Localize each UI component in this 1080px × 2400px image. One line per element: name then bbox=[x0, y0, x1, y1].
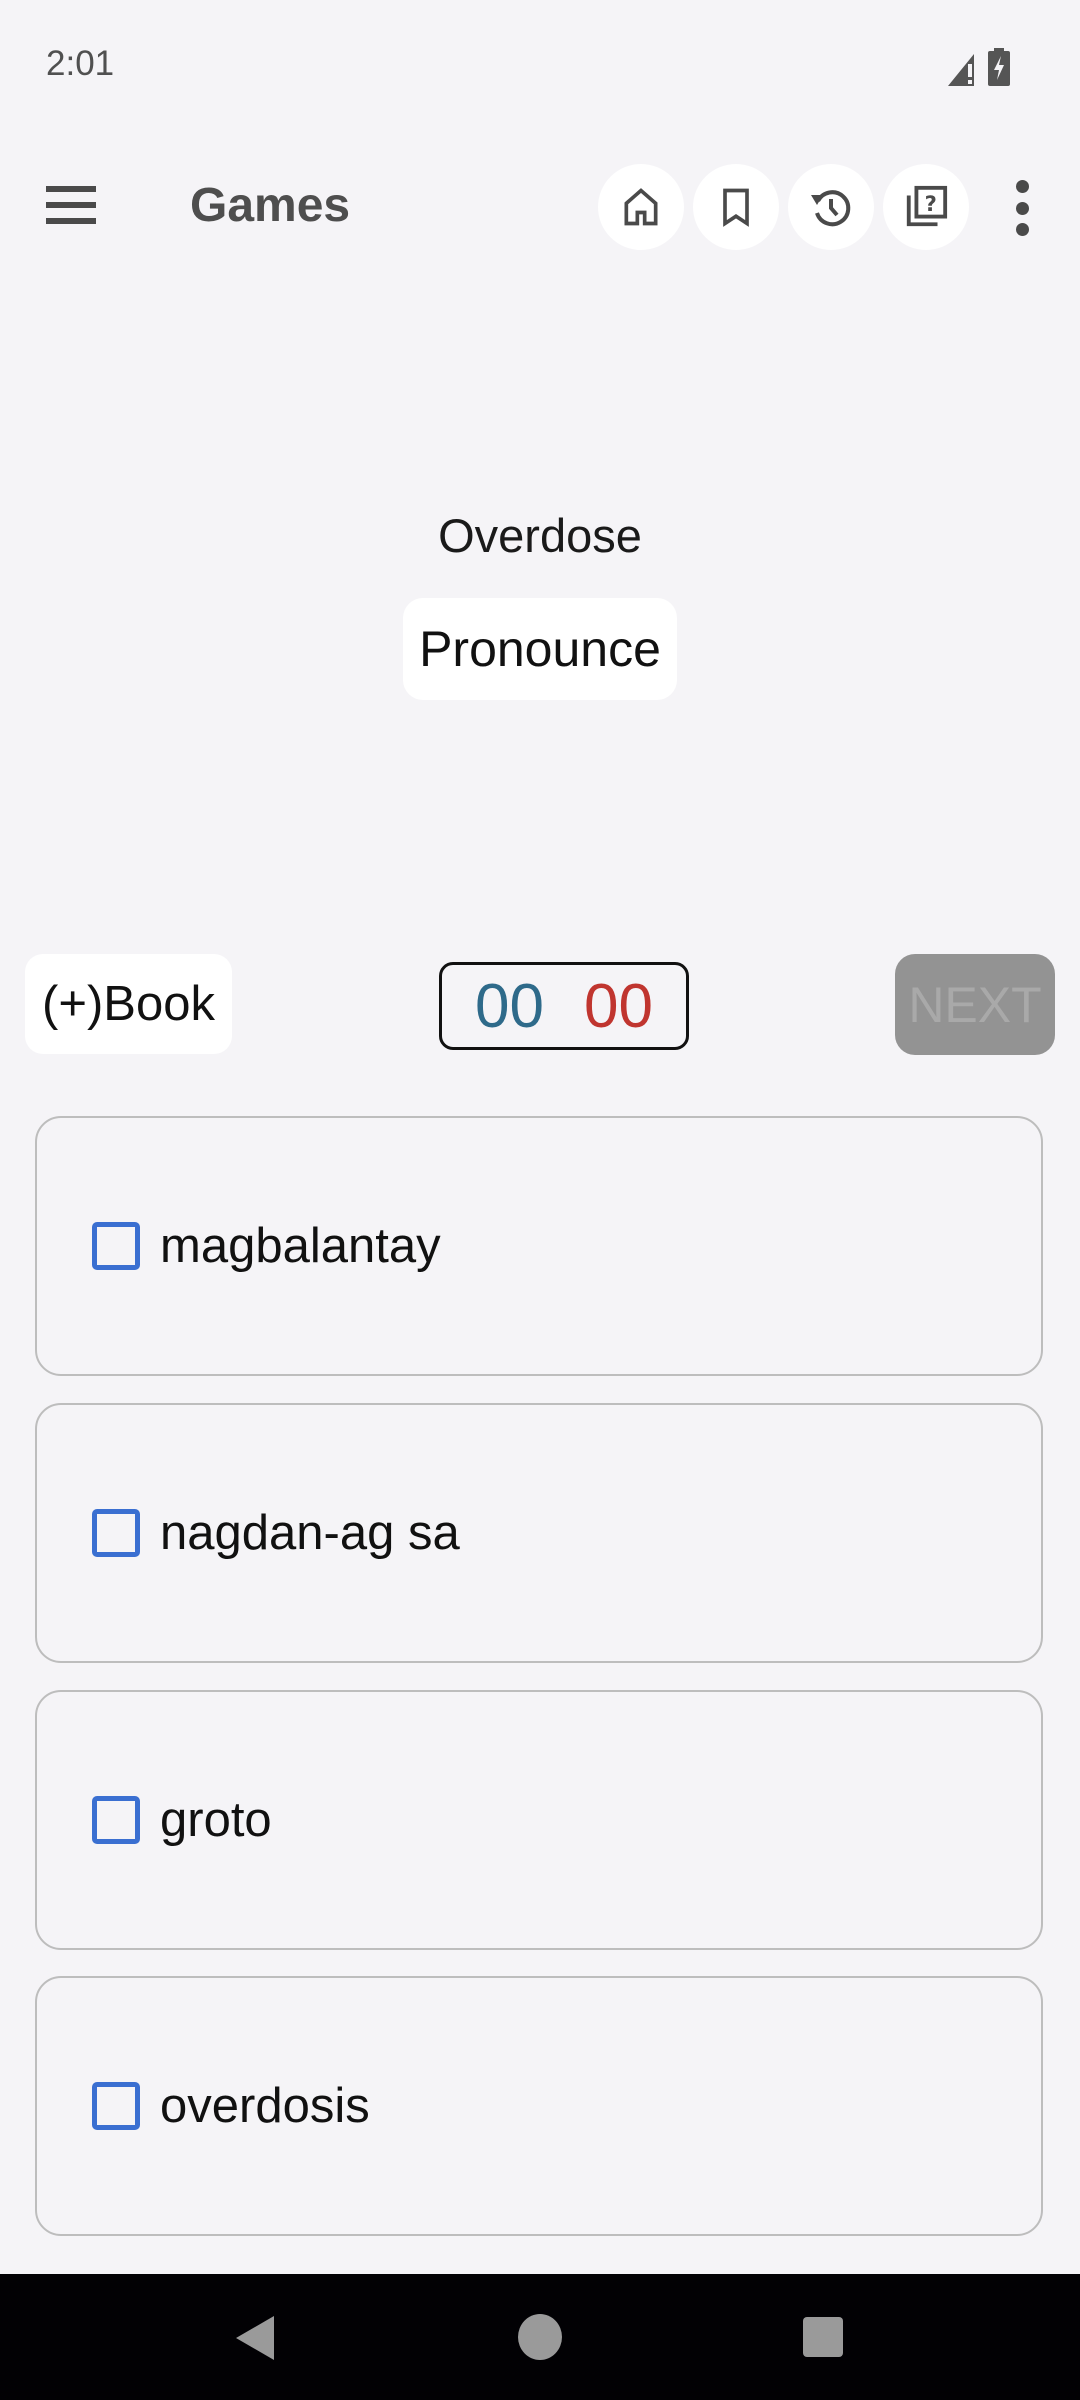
checkbox[interactable] bbox=[92, 1509, 140, 1557]
bookmark-icon bbox=[723, 188, 749, 227]
battery-charging-icon bbox=[988, 48, 1010, 86]
option-label: groto bbox=[160, 1793, 272, 1847]
signal-icon bbox=[948, 54, 979, 86]
option-card[interactable]: groto bbox=[35, 1690, 1043, 1950]
checkbox[interactable] bbox=[92, 1222, 140, 1270]
pronounce-button[interactable]: Pronounce bbox=[403, 598, 677, 700]
status-icons bbox=[948, 48, 1010, 86]
option-card[interactable]: overdosis bbox=[35, 1976, 1043, 2236]
question-word: Overdose bbox=[438, 509, 642, 562]
option-card[interactable]: nagdan-ag sa bbox=[35, 1403, 1043, 1663]
back-icon[interactable] bbox=[236, 2316, 274, 2360]
more-vert-icon[interactable] bbox=[1006, 180, 1038, 236]
checkbox[interactable] bbox=[92, 1796, 140, 1844]
option-label: overdosis bbox=[160, 2079, 370, 2133]
option-label: magbalantay bbox=[160, 1219, 441, 1273]
add-bookmark-button[interactable]: (+)Book bbox=[25, 954, 232, 1054]
quiz-icon: ? bbox=[906, 185, 948, 227]
checkbox[interactable] bbox=[92, 2082, 140, 2130]
home-circle-icon[interactable] bbox=[518, 2314, 562, 2360]
recents-icon[interactable] bbox=[803, 2317, 843, 2357]
home-icon bbox=[624, 188, 658, 226]
bookmarks-button[interactable] bbox=[693, 164, 779, 250]
svg-text:?: ? bbox=[925, 191, 937, 216]
next-button[interactable]: NEXT bbox=[895, 954, 1055, 1055]
option-label: nagdan-ag sa bbox=[160, 1506, 460, 1560]
correct-count: 00 bbox=[475, 971, 544, 1041]
quiz-button[interactable]: ? bbox=[883, 164, 969, 250]
history-icon bbox=[811, 190, 851, 227]
score-box: 00 00 bbox=[439, 962, 689, 1050]
option-card[interactable]: magbalantay bbox=[35, 1116, 1043, 1376]
page-title: Games bbox=[190, 179, 351, 232]
history-button[interactable] bbox=[788, 164, 874, 250]
status-time: 2:01 bbox=[46, 44, 115, 83]
wrong-count: 00 bbox=[584, 971, 653, 1041]
hamburger-menu-icon[interactable] bbox=[46, 186, 96, 224]
home-button[interactable] bbox=[598, 164, 684, 250]
